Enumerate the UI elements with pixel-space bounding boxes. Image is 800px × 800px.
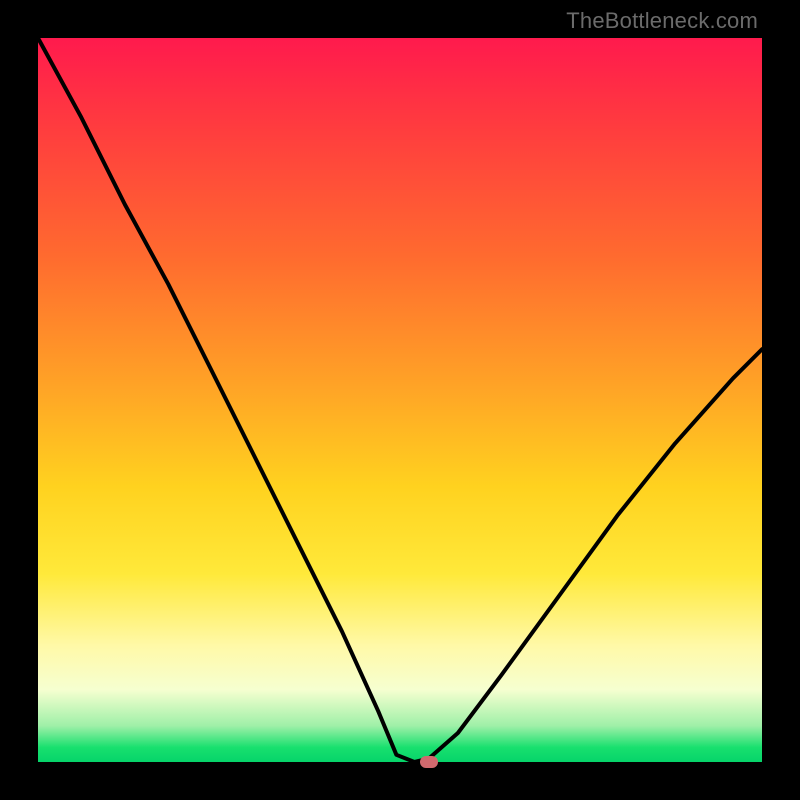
chart-frame: TheBottleneck.com [0, 0, 800, 800]
watermark-text: TheBottleneck.com [566, 8, 758, 34]
plot-area [38, 38, 762, 762]
bottleneck-curve [38, 38, 762, 762]
min-marker [420, 756, 438, 768]
